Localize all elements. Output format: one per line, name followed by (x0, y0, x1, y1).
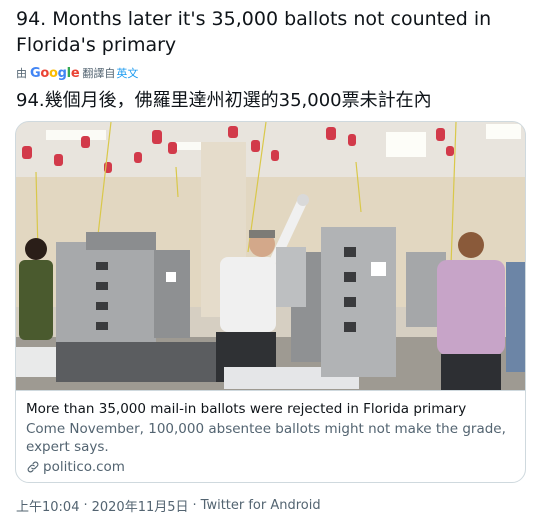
card-domain[interactable]: politico.com (26, 458, 125, 476)
translation-language-link[interactable]: 英文 (116, 65, 138, 81)
card-domain-text: politico.com (43, 459, 125, 475)
translated-text: 94.幾個月後，佛羅里達州初選的35,000票未計在內 (16, 90, 432, 111)
tweet-source[interactable]: Twitter for Android (201, 498, 321, 513)
tweet-text: 94. Months later it's 35,000 ballots not… (16, 8, 492, 56)
translation-suffix: 翻譯自 (82, 67, 116, 80)
translation-prefix: 由 (16, 67, 27, 80)
card-body[interactable]: More than 35,000 mail-in ballots were re… (16, 390, 525, 482)
tweet-time[interactable]: 上午10:04 (16, 496, 79, 515)
translation-attribution: 由 Google 翻譯自 英文 (16, 64, 138, 82)
tweet-date[interactable]: 2020年11月5日 (92, 496, 189, 515)
link-preview-card[interactable]: More than 35,000 mail-in ballots were re… (15, 121, 526, 483)
card-description: Come November, 100,000 absentee ballots … (26, 421, 506, 455)
meta-separator-2: · (192, 498, 197, 513)
tweet-detail: 94. Months later it's 35,000 ballots not… (0, 0, 540, 529)
card-title[interactable]: More than 35,000 mail-in ballots were re… (26, 400, 466, 418)
card-photo[interactable] (16, 122, 526, 390)
tweet-meta: 上午10:04 · 2020年11月5日 · Twitter for Andro… (16, 496, 321, 515)
link-icon (27, 461, 39, 473)
google-logo: Google (30, 65, 80, 81)
meta-separator: · (83, 498, 88, 513)
